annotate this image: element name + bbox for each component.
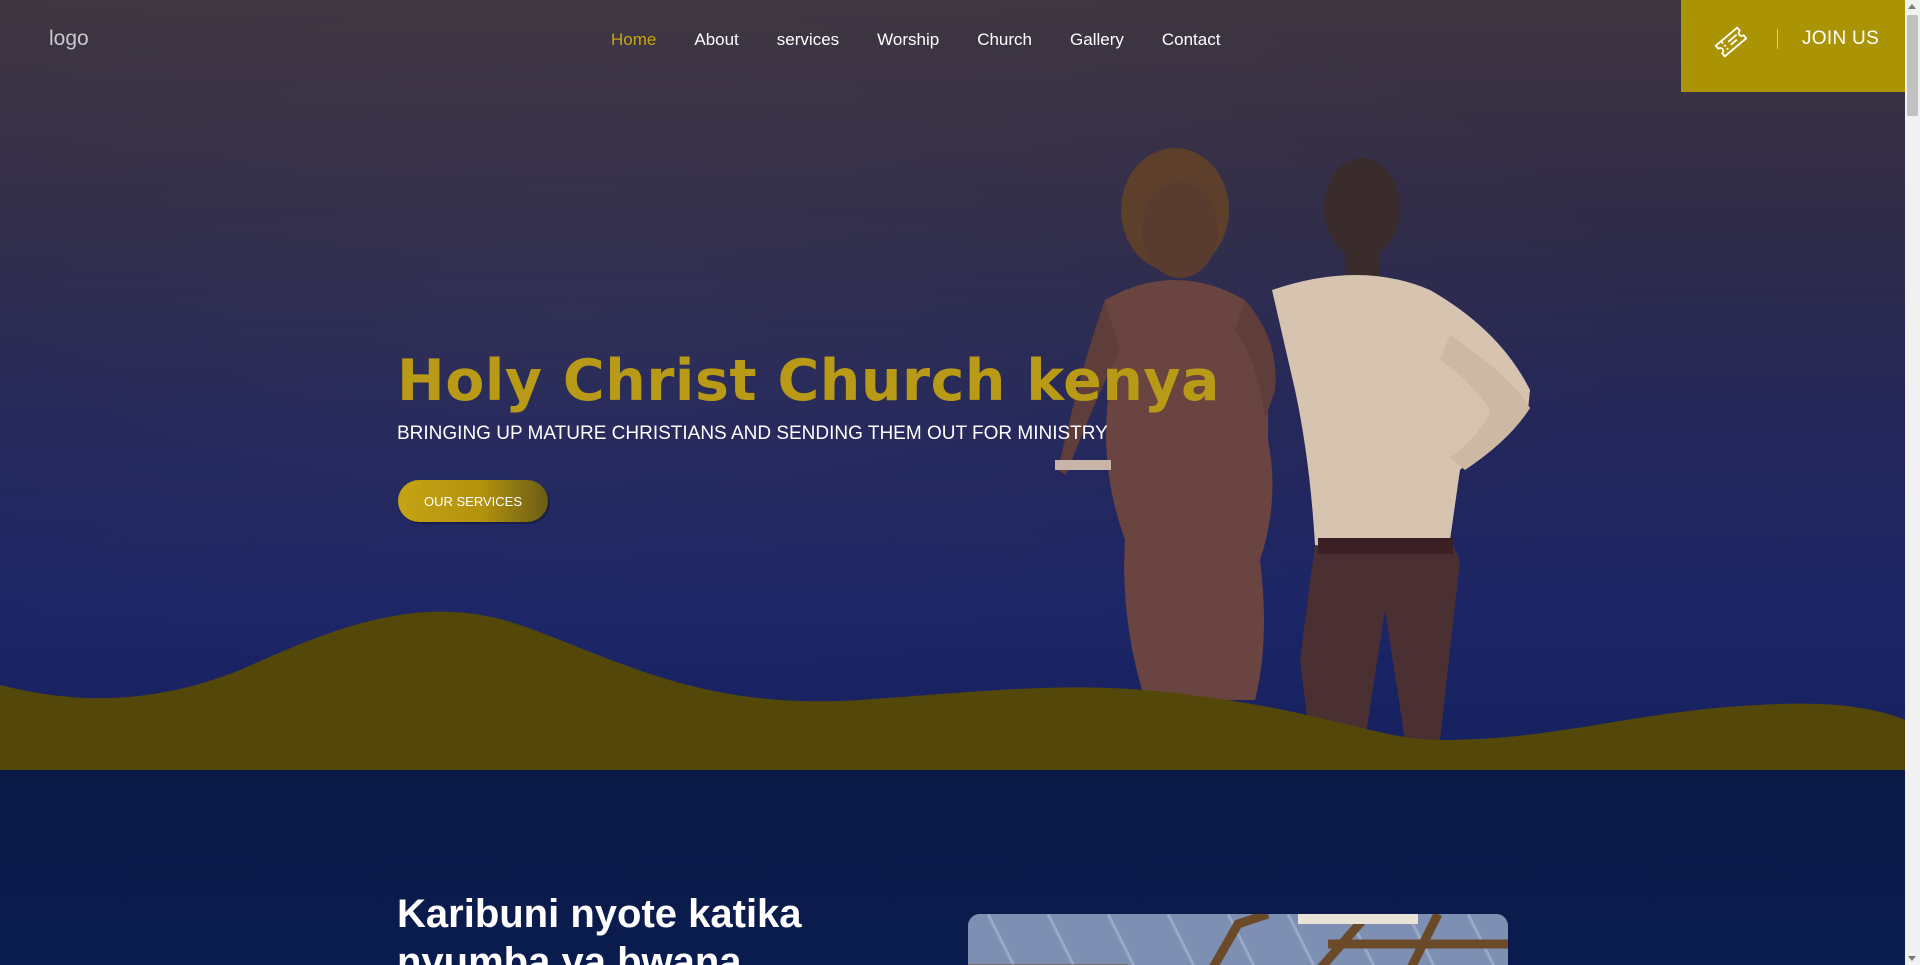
nav-item-contact[interactable]: Contact <box>1162 30 1221 52</box>
hero-wave-divider <box>0 611 1905 770</box>
main-nav: Home About services Worship Church Galle… <box>611 30 1220 52</box>
hero-subtitle: BRINGING UP MATURE CHRISTIANS AND SENDIN… <box>397 423 1108 444</box>
page-scrollbar[interactable] <box>1905 0 1920 965</box>
church-interior-photo <box>968 914 1508 965</box>
nav-item-gallery[interactable]: Gallery <box>1070 30 1124 52</box>
scroll-down-icon[interactable] <box>1908 956 1916 961</box>
nav-item-home[interactable]: Home <box>611 30 656 52</box>
join-divider <box>1777 29 1778 49</box>
welcome-section: Karibuni nyote katika nyumba ya bwana <box>0 770 1905 965</box>
nav-item-worship[interactable]: Worship <box>877 30 939 52</box>
our-services-button[interactable]: OUR SERVICES <box>398 480 548 522</box>
join-us-button[interactable]: JOIN US <box>1681 0 1905 92</box>
page: logo Home About services Worship Church … <box>0 0 1905 965</box>
logo-image[interactable]: logo <box>49 27 89 51</box>
hero-title: Holy Christ Church kenya <box>397 348 1221 414</box>
welcome-heading: Karibuni nyote katika nyumba ya bwana <box>397 892 802 965</box>
nav-item-about[interactable]: About <box>694 30 738 52</box>
hero-section: logo Home About services Worship Church … <box>0 0 1905 770</box>
nav-item-services[interactable]: services <box>777 30 839 52</box>
scrollbar-thumb[interactable] <box>1907 15 1918 116</box>
join-us-label: JOIN US <box>1802 28 1880 49</box>
nav-item-church[interactable]: Church <box>977 30 1032 52</box>
ticket-icon <box>1714 26 1748 58</box>
scroll-up-icon[interactable] <box>1908 4 1916 9</box>
